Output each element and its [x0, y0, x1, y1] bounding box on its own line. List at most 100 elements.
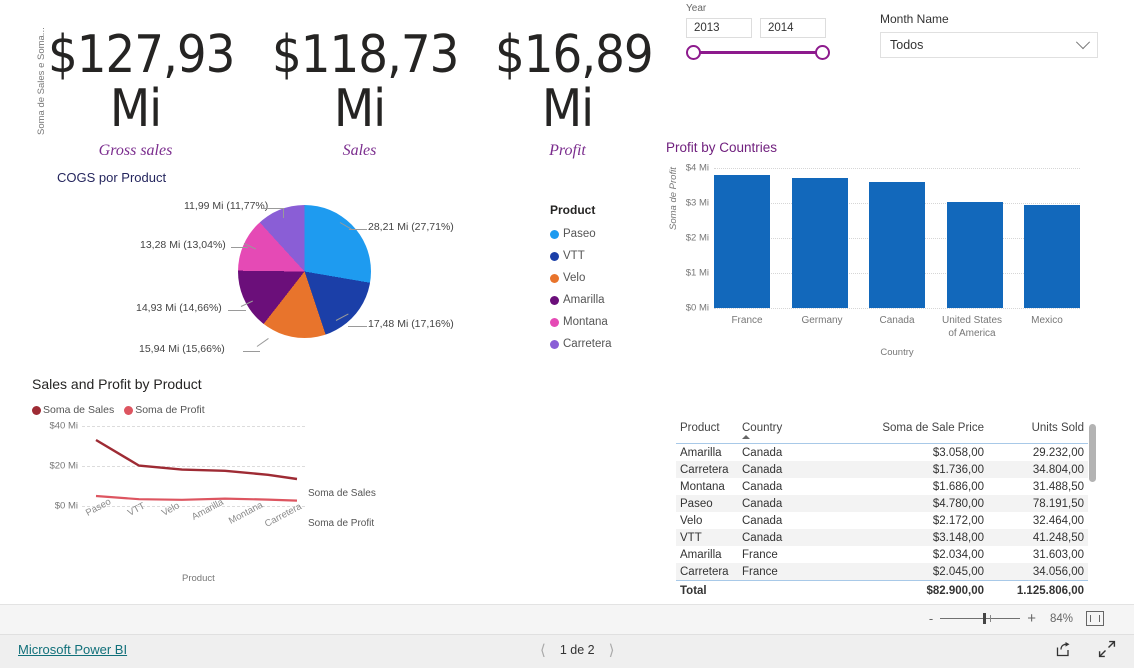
cell-product: Montana [680, 480, 725, 493]
fullscreen-icon[interactable] [1098, 640, 1116, 663]
month-dropdown[interactable]: Todos [880, 32, 1098, 58]
legend-title: Product [550, 203, 596, 217]
bar-united-states-of-america[interactable] [946, 202, 1003, 308]
total-units-sold: 1.125.806,00 [988, 580, 1088, 600]
legend-label: Carretera [563, 338, 612, 350]
cell-units-sold: 41.248,50 [988, 529, 1088, 546]
zoom-slider-handle[interactable] [983, 613, 987, 624]
total-label: Total [676, 580, 738, 600]
year-slider-handle-start[interactable] [686, 45, 701, 60]
legend-swatch-icon [550, 273, 559, 283]
next-page-icon[interactable]: ⟩ [609, 641, 615, 659]
pie-chart[interactable] [238, 205, 371, 338]
year-slicer[interactable]: Year 2013 2014 [686, 3, 846, 60]
line-legend-item-profit[interactable]: Soma de Profit [124, 404, 205, 416]
cell-sale-price: $2.034,00 [932, 548, 984, 561]
legend-swatch-icon [124, 405, 134, 415]
powerbi-brand-link[interactable]: Microsoft Power BI [18, 642, 127, 657]
kpi-value: $127,93 Mi [48, 25, 235, 139]
zoom-slider[interactable] [940, 613, 1021, 624]
column-header-country[interactable]: Country [738, 420, 868, 444]
legend-item-velo[interactable]: Velo [550, 267, 660, 289]
zoom-controls[interactable]: - + 84% [929, 611, 1104, 626]
bar-canada[interactable] [869, 182, 925, 308]
bar-chart-profit-by-countries[interactable]: Profit by Countries $4 Mi $3 Mi $2 Mi $1… [666, 140, 1096, 362]
table-scrollbar-thumb[interactable] [1089, 424, 1096, 482]
cell-units-sold: 32.464,00 [1032, 514, 1084, 527]
column-header-label: Units Sold [1031, 422, 1084, 434]
legend-label: Soma de Sales [43, 404, 115, 416]
line-legend-item-sales[interactable]: Soma de Sales [32, 404, 114, 416]
table-row[interactable]: Montana Canada $1.686,00 31.488,50 [676, 478, 1088, 495]
year-slider-handle-end[interactable] [815, 45, 830, 60]
table-scrollbar[interactable] [1089, 424, 1096, 602]
line-ytick-1: $20 Mi [49, 460, 78, 472]
table-row[interactable]: Paseo Canada $4.780,00 78.191,50 [676, 495, 1088, 512]
series-line-profit[interactable] [95, 494, 298, 502]
cell-sale-price: $2.045,00 [868, 563, 988, 581]
legend-swatch-icon [550, 317, 559, 327]
table-row[interactable]: Amarilla France $2.034,00 31.603,00 [676, 546, 1088, 563]
legend-swatch-icon [550, 229, 559, 239]
legend-label: Velo [563, 272, 586, 284]
table-header-row: Product Country Soma de Sale Price Units… [676, 420, 1088, 444]
pie-label-carretera: 11,99 Mi (11,77%) [184, 200, 269, 212]
pie-chart-title: COGS por Product [57, 170, 167, 185]
kpi-caption: Gross sales [98, 142, 173, 159]
zoom-out-button[interactable]: - [929, 612, 933, 625]
cell-product: Amarilla [680, 446, 722, 459]
column-header-label: Soma de Sale Price [882, 422, 984, 434]
fit-to-page-icon[interactable] [1086, 611, 1104, 626]
legend-item-montana[interactable]: Montana [550, 311, 660, 333]
bar-france[interactable] [714, 175, 770, 308]
legend-item-carretera[interactable]: Carretera [550, 333, 660, 355]
kpi-card-gross-sales: $127,93 Mi Gross sales [48, 25, 235, 160]
line-chart-sales-and-profit-by-product[interactable]: Sales and Profit by Product Soma de Sale… [32, 376, 392, 591]
legend-label: VTT [563, 250, 585, 262]
legend-item-amarilla[interactable]: Amarilla [550, 289, 660, 311]
table-row[interactable]: Carretera Canada $1.736,00 34.804,00 [676, 461, 1088, 478]
year-slider-track[interactable] [694, 51, 824, 54]
kpi-caption: Profit [549, 142, 586, 159]
cell-units-sold: 78.191,50 [988, 495, 1088, 512]
cell-sale-price: $3.148,00 [868, 529, 988, 546]
page-navigation[interactable]: ⟨ 1 de 2 ⟩ [540, 641, 614, 659]
cell-product: VTT [676, 529, 738, 546]
series-line-sales[interactable] [95, 438, 298, 481]
bar-xtick-mexico: Mexico [1031, 315, 1063, 326]
legend-label: Paseo [563, 228, 596, 240]
column-header-units-sold[interactable]: Units Sold [988, 420, 1088, 444]
line-ytick-0: $0 Mi [54, 500, 78, 512]
total-sale-price: $82.900,00 [868, 580, 988, 600]
cell-product: Amarilla [680, 548, 722, 561]
share-icon[interactable] [1055, 641, 1072, 663]
year-start-input[interactable]: 2013 [686, 18, 752, 38]
previous-page-icon[interactable]: ⟨ [540, 641, 546, 659]
cell-country: Canada [738, 461, 868, 478]
pie-label-amarilla: 14,93 Mi (14,66%) [136, 302, 222, 314]
month-name-slicer[interactable]: Month Name Todos [880, 12, 1098, 58]
bar-mexico[interactable] [1024, 205, 1080, 308]
data-table[interactable]: Product Country Soma de Sale Price Units… [676, 420, 1088, 600]
year-slicer-label: Year [686, 3, 707, 14]
table-row[interactable]: Amarilla Canada $3.058,00 29.232,00 [676, 444, 1088, 462]
table-row[interactable]: VTT Canada $3.148,00 41.248,50 [676, 529, 1088, 546]
legend-swatch-icon [32, 405, 41, 415]
bar-germany[interactable] [791, 178, 848, 308]
pie-slices[interactable] [238, 205, 371, 338]
legend-item-vtt[interactable]: VTT [550, 245, 660, 267]
zoom-in-button[interactable]: + [1027, 611, 1036, 626]
bar-ytick-0: $0 Mi [685, 302, 709, 314]
year-end-input[interactable]: 2014 [760, 18, 826, 38]
column-header-product[interactable]: Product [676, 420, 738, 444]
bar-xtick-usa: United States of America [941, 315, 1003, 339]
legend-item-paseo[interactable]: Paseo [550, 223, 660, 245]
column-header-sale-price[interactable]: Soma de Sale Price [868, 420, 988, 444]
legend-label: Soma de Profit [135, 404, 205, 416]
table-row[interactable]: Velo Canada $2.172,00 32.464,00 [676, 512, 1088, 529]
bar-chart-title: Profit by Countries [666, 140, 778, 155]
bar-ytick-2: $2 Mi [685, 232, 709, 244]
sort-ascending-icon [742, 435, 750, 439]
line-y-axis-title: Soma de Sales e Soma... [36, 27, 47, 135]
table-row[interactable]: Carretera France $2.045,00 34.056,00 [676, 563, 1088, 581]
